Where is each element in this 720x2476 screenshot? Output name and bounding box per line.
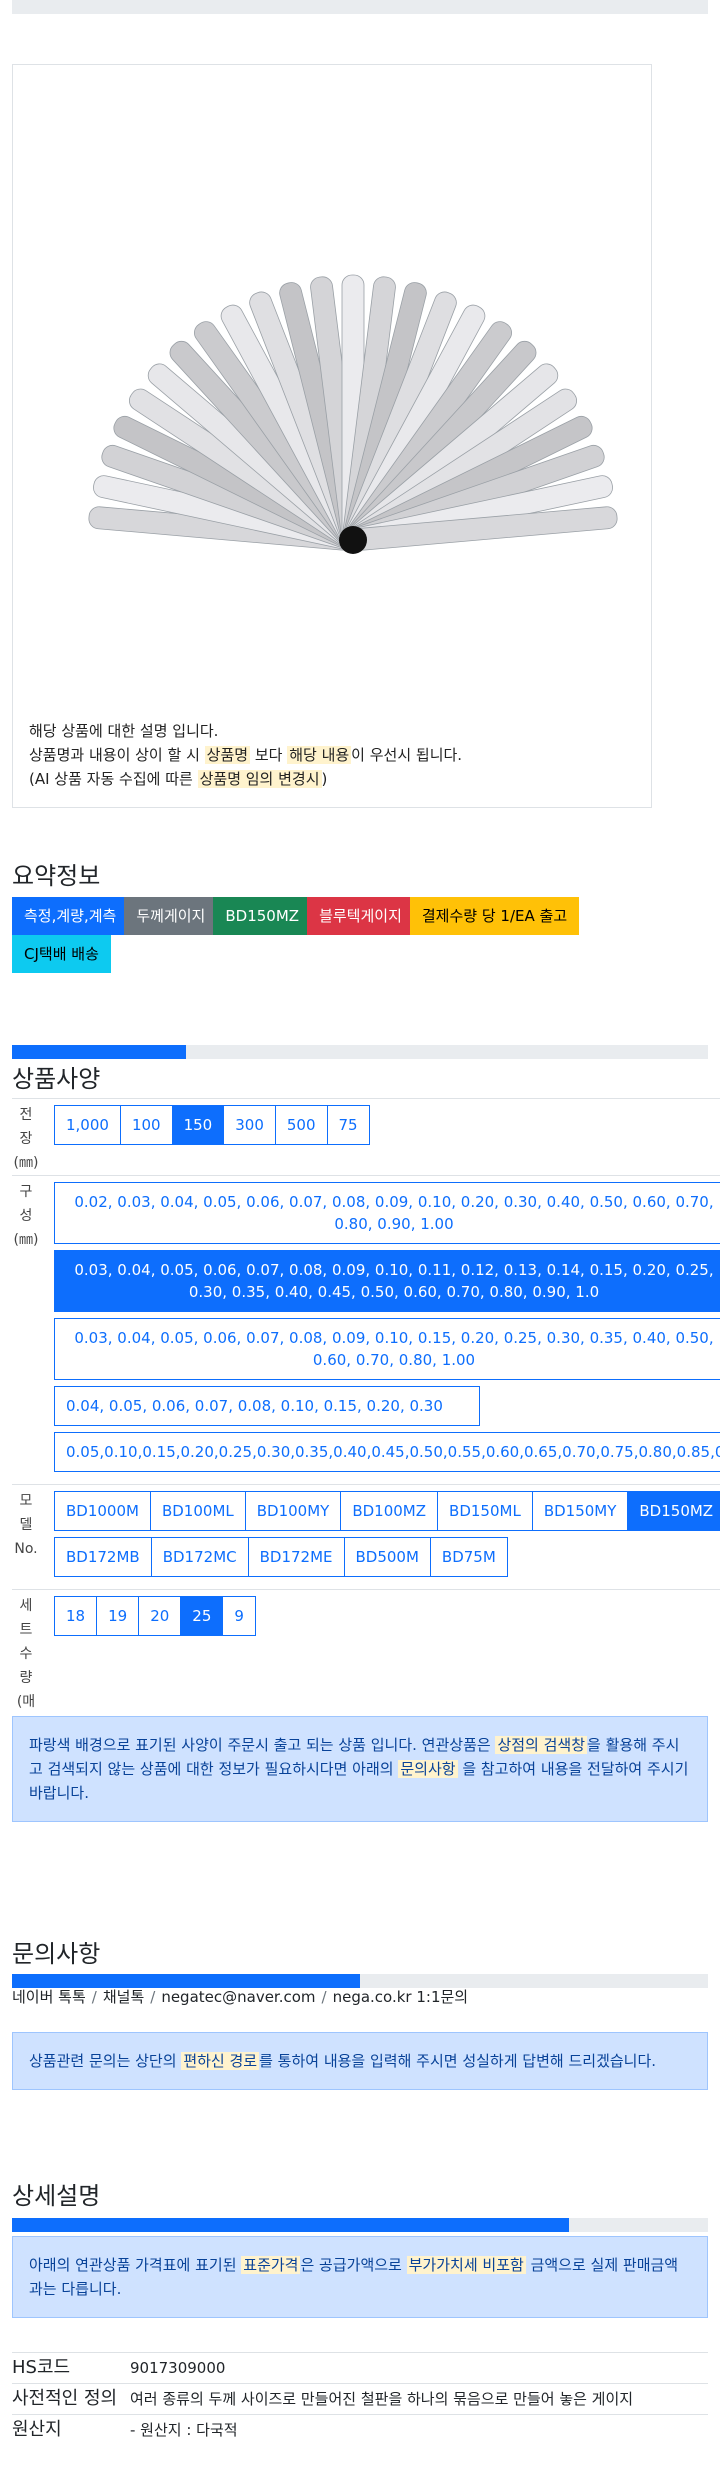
- option-length-75[interactable]: 75: [326, 1105, 370, 1145]
- option-qty-18[interactable]: 18: [54, 1596, 98, 1636]
- table-key: HS코드: [12, 2352, 130, 2384]
- description-line-3: (AI 상품 자동 수집에 따른 상품명 임의 변경시): [29, 770, 328, 788]
- contact-channel-talk[interactable]: 채널톡: [103, 1988, 144, 2006]
- option-composition-1[interactable]: 0.02, 0.03, 0.04, 0.05, 0.06, 0.07, 0.08…: [54, 1182, 720, 1244]
- option-model-bd172mb[interactable]: BD172MB: [54, 1537, 152, 1577]
- contact-email[interactable]: negatec@naver.com: [161, 1988, 315, 2006]
- spec-progress-bar: [12, 1045, 708, 1059]
- option-model-bd100ml[interactable]: BD100ML: [149, 1491, 246, 1531]
- table-row: 원산지 - 원산지 : 다국적: [12, 2414, 708, 2445]
- detail-progress-fill: [12, 2218, 569, 2232]
- option-qty-19[interactable]: 19: [96, 1596, 140, 1636]
- option-qty-20[interactable]: 20: [138, 1596, 182, 1636]
- spec-title: 상품사양: [12, 1065, 101, 1093]
- spec-progress-fill: [12, 1045, 186, 1059]
- option-model-bd100my[interactable]: BD100MY: [244, 1491, 342, 1531]
- option-model-bd150ml[interactable]: BD150ML: [437, 1491, 533, 1531]
- spec-row-length: 전 장 (㎜) 1,000 100 150 300 500 75: [12, 1098, 720, 1175]
- inquiry-notice: 상품관련 문의는 상단의 편하신 경로 를 통하여 내용을 입력해 주시면 성실하…: [12, 2032, 708, 2090]
- inquiry-title: 문의사항: [12, 1940, 101, 1968]
- badge-brand: 블루텍게이지: [307, 897, 414, 935]
- option-qty-25[interactable]: 25: [180, 1596, 224, 1636]
- summary-badges: 측정,계량,계측 두께게이지 BD150MZ 블루텍게이지 결제수량 당 1/EA 출고…: [12, 897, 712, 973]
- option-composition-5[interactable]: 0.05,0.10,0.15,0.20,0.25,0.30,0.35,0.40,…: [54, 1432, 720, 1472]
- product-image-frame: 해당 상품에 대한 설명 입니다. 상품명과 내용이 상이 할 시 상품명 보다…: [12, 64, 652, 808]
- feeler-gauge-blades: [88, 274, 618, 551]
- option-model-bd100mz[interactable]: BD100MZ: [340, 1491, 439, 1531]
- table-value: - 원산지 : 다국적: [130, 2414, 708, 2445]
- detail-info-table: HS코드 9017309000 사전적인 정의 여러 종류의 두께 사이즈로 만들어…: [12, 2352, 708, 2445]
- option-composition-2[interactable]: 0.03, 0.04, 0.05, 0.06, 0.07, 0.08, 0.09…: [54, 1250, 720, 1312]
- option-model-bd150my[interactable]: BD150MY: [531, 1491, 629, 1531]
- option-composition-3[interactable]: 0.03, 0.04, 0.05, 0.06, 0.07, 0.08, 0.09…: [54, 1318, 720, 1380]
- top-divider-bar: [12, 0, 708, 14]
- option-model-bd150mz[interactable]: BD150MZ: [627, 1491, 720, 1531]
- product-image: [88, 274, 618, 554]
- summary-title: 요약정보: [12, 862, 101, 890]
- spec-options: 전 장 (㎜) 1,000 100 150 300 500 75 구 성 (㎜) 0.02, 0.…: [12, 1098, 720, 1738]
- option-model-bd1000m[interactable]: BD1000M: [54, 1491, 151, 1531]
- table-row: HS코드 9017309000: [12, 2352, 708, 2384]
- badge-subcategory: 두께게이지: [124, 897, 218, 935]
- option-length-100[interactable]: 100: [119, 1105, 173, 1145]
- spec-label-composition: 구 성 (㎜): [13, 1184, 39, 1248]
- description-line-1: 해당 상품에 대한 설명 입니다.: [29, 722, 219, 740]
- detail-notice: 아래의 연관상품 가격표에 표기된 표준가격 은 공급가액으로 부가가치세 비포함…: [12, 2236, 708, 2318]
- badge-shipping-qty: 결제수량 당 1/EA 출고: [409, 897, 580, 935]
- table-key: 사전적인 정의: [12, 2383, 130, 2415]
- contact-naver-talk[interactable]: 네이버 톡톡: [12, 1988, 86, 2006]
- option-model-bd75m[interactable]: BD75M: [429, 1537, 508, 1577]
- option-model-bd500m[interactable]: BD500M: [343, 1537, 431, 1577]
- option-composition-4[interactable]: 0.04, 0.05, 0.06, 0.07, 0.08, 0.10, 0.15…: [54, 1386, 480, 1426]
- detail-progress-bar: [12, 2218, 708, 2232]
- table-value: 9017309000: [130, 2352, 708, 2384]
- spec-label-model: 모 델 No.: [14, 1493, 38, 1557]
- spec-notice: 파랑색 배경으로 표기된 사양이 주문시 출고 되는 상품 입니다. 연관상품은…: [12, 1716, 708, 1822]
- option-length-500[interactable]: 500: [274, 1105, 328, 1145]
- inquiry-contacts: 네이버 톡톡 / 채널톡 / negatec@naver.com / nega.co.kr …: [12, 1988, 469, 2006]
- spec-row-model: 모 델 No. BD1000M BD100ML BD100MY BD100MZ BD150M…: [12, 1484, 720, 1589]
- badge-courier: CJ택배 배송: [12, 935, 111, 973]
- table-key: 원산지: [12, 2414, 130, 2445]
- spec-label-length: 전 장 (㎜): [13, 1107, 39, 1171]
- spec-row-composition: 구 성 (㎜) 0.02, 0.03, 0.04, 0.05, 0.06, 0.07…: [12, 1175, 720, 1484]
- description-line-2: 상품명과 내용이 상이 할 시 상품명 보다 해당 내용 이 우선시 됩니다.: [29, 746, 463, 764]
- option-length-150[interactable]: 150: [171, 1105, 225, 1145]
- detail-title: 상세설명: [12, 2182, 101, 2210]
- option-qty-9[interactable]: 9: [222, 1596, 256, 1636]
- table-row: 사전적인 정의 여러 종류의 두께 사이즈로 만들어진 철판을 하나의 묶음으로 …: [12, 2383, 708, 2415]
- badge-category: 측정,계량,계측: [12, 897, 129, 935]
- pivot-screw: [339, 526, 367, 554]
- option-length-300[interactable]: 300: [223, 1105, 276, 1145]
- table-value: 여러 종류의 두께 사이즈로 만들어진 철판을 하나의 묶음으로 만들어 놓은 …: [130, 2383, 708, 2415]
- option-model-bd172me[interactable]: BD172ME: [247, 1537, 345, 1577]
- contact-website-qna[interactable]: nega.co.kr 1:1문의: [333, 1988, 469, 2006]
- option-model-bd172mc[interactable]: BD172MC: [150, 1537, 249, 1577]
- option-length-1000[interactable]: 1,000: [54, 1105, 121, 1145]
- badge-model: BD150MZ: [213, 897, 312, 935]
- product-description: 해당 상품에 대한 설명 입니다. 상품명과 내용이 상이 할 시 상품명 보다…: [29, 719, 462, 791]
